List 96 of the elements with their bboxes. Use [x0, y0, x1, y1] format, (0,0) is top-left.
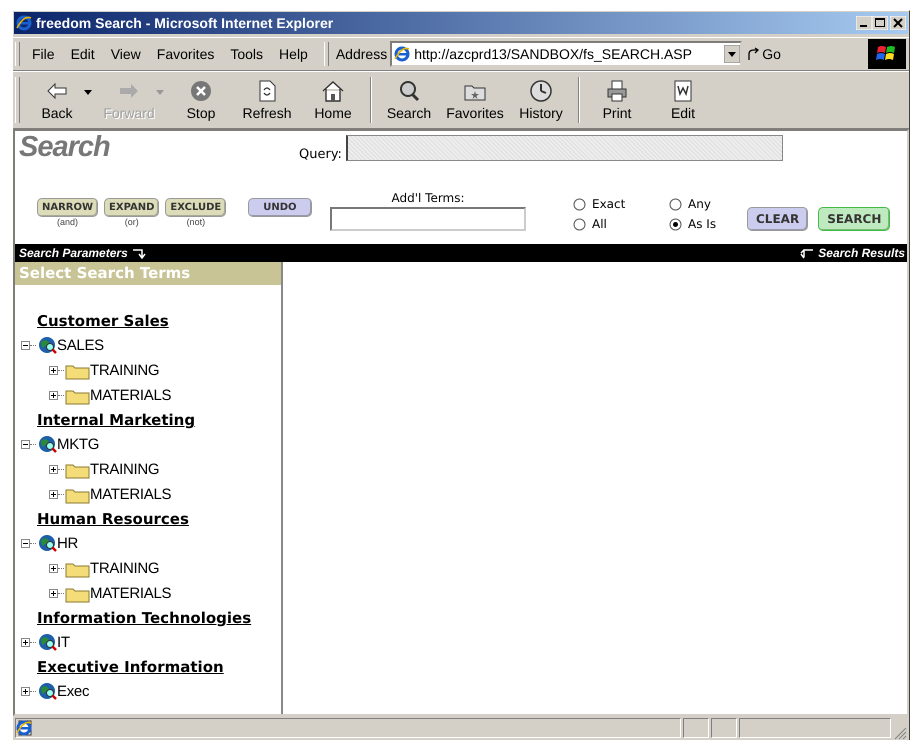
minimize-button[interactable] [856, 16, 872, 30]
tree-item[interactable]: SALES [57, 337, 104, 354]
tree-item[interactable]: MATERIALS [90, 486, 172, 503]
tree-item[interactable]: MATERIALS [90, 585, 172, 602]
group-heading[interactable]: Human Resources [37, 507, 281, 531]
search-button[interactable]: Search [376, 77, 442, 123]
flag-icon [868, 39, 906, 69]
stop-button[interactable]: Stop [168, 77, 234, 123]
option-label: Exact [592, 197, 626, 211]
caret-icon[interactable] [84, 90, 92, 96]
expander-icon[interactable] [49, 564, 58, 573]
address-field[interactable]: http://azcprd13/SANDBOX/fs_SEARCH.ASP [390, 41, 742, 67]
favorites-button[interactable]: Favorites [442, 77, 508, 123]
edit-button[interactable]: Edit [650, 77, 716, 123]
operator-caption: (or) [124, 217, 139, 227]
tree-item[interactable]: IT [57, 634, 70, 651]
query-field[interactable] [346, 135, 783, 161]
radio-button[interactable] [669, 198, 682, 210]
tree-item[interactable]: TRAINING [90, 362, 160, 379]
refresh-button[interactable]: Refresh [234, 77, 300, 123]
radio-button[interactable] [573, 218, 586, 230]
undo-button[interactable]: UNDO [248, 198, 312, 217]
page-icon [394, 46, 410, 62]
maximize-button[interactable] [872, 16, 888, 30]
group-heading[interactable]: Internal Marketing [37, 408, 281, 432]
resize-grip-icon[interactable] [893, 726, 907, 740]
expander-icon[interactable] [21, 687, 30, 696]
globe-icon [37, 336, 57, 355]
globe-icon [37, 435, 57, 454]
search-icon [397, 79, 421, 103]
page-icon [16, 720, 32, 736]
close-button[interactable] [890, 16, 906, 30]
expander-icon[interactable] [49, 490, 58, 499]
history-button[interactable]: History [508, 77, 574, 123]
expander-icon[interactable] [49, 391, 58, 400]
status-pane [711, 718, 737, 738]
stop-icon [189, 79, 213, 103]
operator-button[interactable]: NARROW [37, 198, 98, 217]
group-heading[interactable]: Customer Sales [37, 309, 281, 333]
down-arrow-icon [132, 247, 146, 259]
printer-icon [605, 79, 629, 103]
back-button[interactable]: Back [24, 77, 90, 123]
status-pane [683, 718, 709, 738]
group-heading[interactable]: Information Technologies [37, 606, 281, 630]
expander-icon[interactable] [49, 465, 58, 474]
operator-caption: (not) [186, 217, 206, 227]
operator-button[interactable]: EXCLUDE [165, 198, 226, 217]
tree-item[interactable]: Exec [57, 683, 90, 700]
group-heading[interactable]: Executive Information [37, 655, 281, 679]
clock-icon [529, 79, 553, 103]
globe-icon [37, 633, 57, 652]
radio-button[interactable] [573, 198, 586, 210]
menu-item[interactable]: Help [271, 46, 316, 62]
home-button[interactable]: Home [300, 77, 366, 123]
tree-item[interactable]: TRAINING [90, 461, 160, 478]
results-label: Search Results [818, 246, 905, 260]
tree-item[interactable]: TRAINING [90, 560, 160, 577]
terms-field[interactable] [330, 207, 526, 231]
tree-item[interactable]: HR [57, 535, 78, 552]
browser-icon [16, 15, 32, 31]
query-label: Query: [299, 147, 342, 162]
menu-item[interactable]: Favorites [148, 46, 222, 62]
expander-icon[interactable] [49, 366, 58, 375]
option-label: As Is [688, 217, 716, 231]
arrow-icon [746, 47, 760, 61]
option-label: Any [688, 197, 711, 211]
menu-item[interactable]: Tools [222, 46, 272, 62]
menu-item[interactable]: Edit [62, 46, 103, 62]
dropdown-button[interactable] [724, 45, 740, 63]
page-heading: Search [18, 131, 111, 164]
expander-icon[interactable] [21, 440, 30, 449]
expander-icon[interactable] [21, 638, 30, 647]
back-arrow-icon [800, 247, 814, 259]
tree-item[interactable]: MATERIALS [90, 387, 172, 404]
window-title: freedom Search - Microsoft Internet Explorer [36, 15, 334, 31]
globe-icon [37, 682, 57, 701]
option-label: All [592, 217, 607, 231]
search-button[interactable]: SEARCH [818, 207, 890, 231]
print-button[interactable]: Print [584, 77, 650, 123]
menu-item[interactable]: File [24, 46, 63, 62]
expander-icon[interactable] [49, 589, 58, 598]
clear-button[interactable]: CLEAR [747, 207, 808, 231]
operator-button[interactable]: EXPAND [104, 198, 160, 217]
expander-icon[interactable] [21, 341, 30, 350]
parameters-label: Search Parameters [19, 246, 128, 260]
terms-label: Add'l Terms: [391, 191, 465, 205]
menu-item[interactable]: View [102, 46, 149, 62]
operator-caption: (and) [57, 217, 78, 227]
go-button[interactable]: Go [742, 46, 785, 62]
globe-icon [37, 534, 57, 553]
sidebar-title: Select Search Terms [15, 262, 281, 285]
address-label: Address [334, 46, 388, 62]
expander-icon[interactable] [21, 539, 30, 548]
radio-button[interactable] [669, 218, 682, 230]
tree-item[interactable]: MKTG [57, 436, 100, 453]
house-icon [321, 79, 345, 103]
